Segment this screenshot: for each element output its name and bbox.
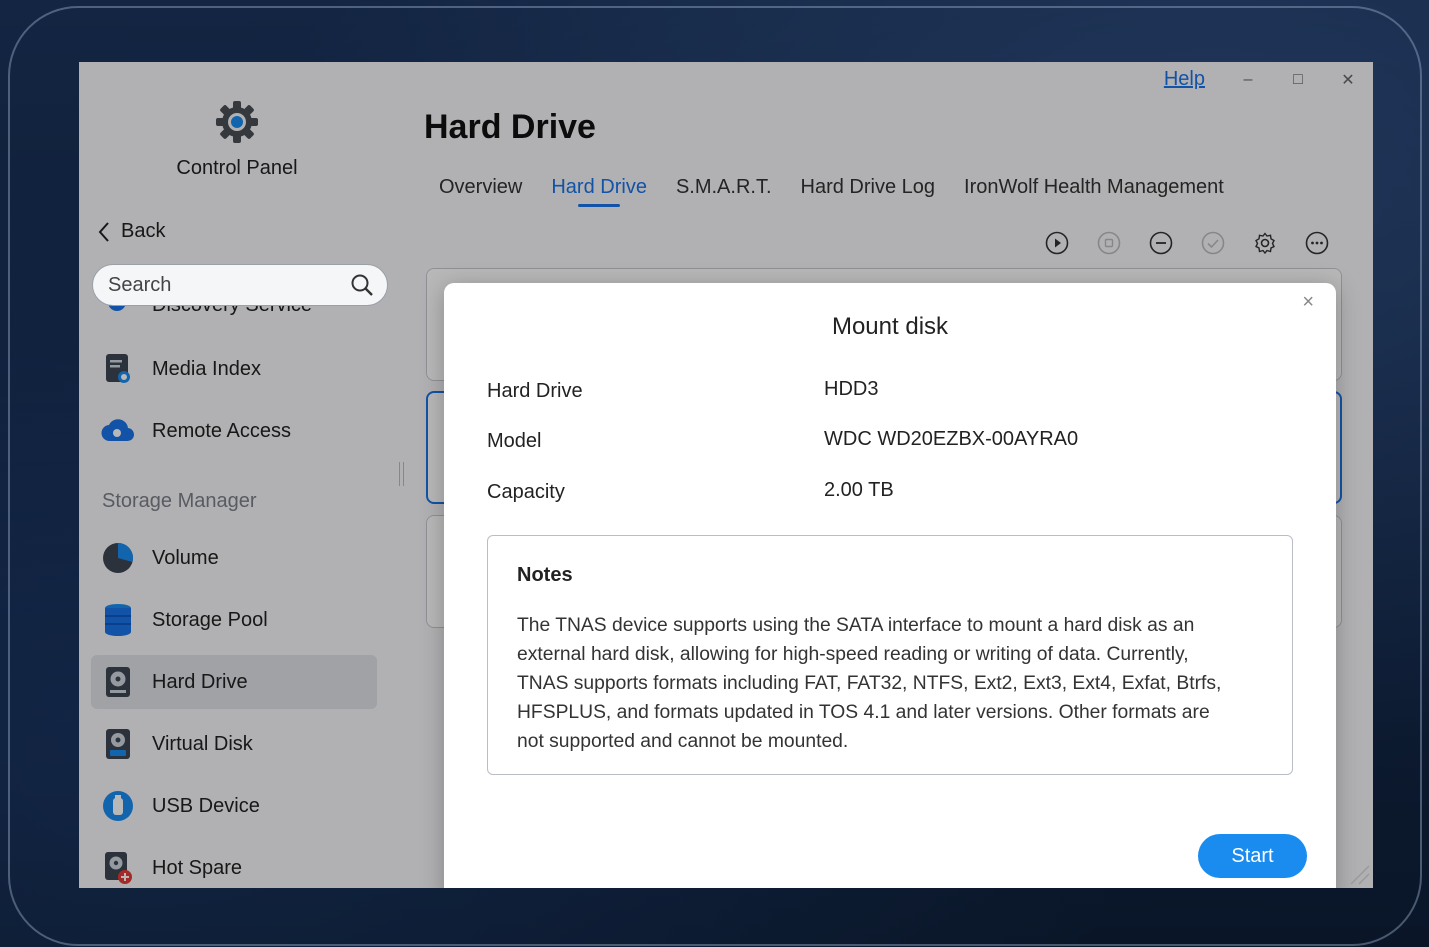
notes-line: TNAS supports formats including FAT, FAT… <box>517 673 1222 694</box>
field-model: Model WDC WD20EZBX-00AYRA0 <box>487 428 1079 453</box>
field-capacity: Capacity 2.00 TB <box>487 479 894 504</box>
field-value: WDC WD20EZBX-00AYRA0 <box>824 428 1079 450</box>
mount-disk-dialog: × Mount disk Hard Drive HDD3 Model WDC W… <box>444 283 1336 888</box>
search-icon[interactable] <box>350 273 374 297</box>
field-label: Capacity <box>487 481 565 503</box>
close-icon[interactable]: × <box>1302 291 1314 314</box>
field-value: 2.00 TB <box>824 479 894 501</box>
resize-grip-icon[interactable] <box>1345 860 1371 886</box>
search-input[interactable] <box>106 272 350 298</box>
notes-box: Notes The TNAS device supports using the… <box>487 535 1293 775</box>
notes-title: Notes <box>517 564 573 586</box>
notes-line: external hard disk, allowing for high-sp… <box>517 644 1189 665</box>
notes-line: The TNAS device supports using the SATA … <box>517 615 1195 636</box>
dialog-title: Mount disk <box>831 313 949 340</box>
notes-text: The TNAS device supports using the SATA … <box>517 611 1263 756</box>
start-button[interactable]: Start <box>1198 834 1307 878</box>
field-value: HDD3 <box>824 378 879 400</box>
field-label: Hard Drive <box>487 380 583 402</box>
notes-line: HFSPLUS, and formats updated in TOS 4.1 … <box>517 702 1210 723</box>
field-label: Model <box>487 430 542 452</box>
field-hard-drive: Hard Drive HDD3 <box>487 378 879 403</box>
control-panel-window: Help – □ ✕ Control Panel Back Discovery … <box>79 62 1373 888</box>
notes-line: not supported and cannot be mounted. <box>517 731 849 752</box>
search-box[interactable] <box>92 264 388 306</box>
